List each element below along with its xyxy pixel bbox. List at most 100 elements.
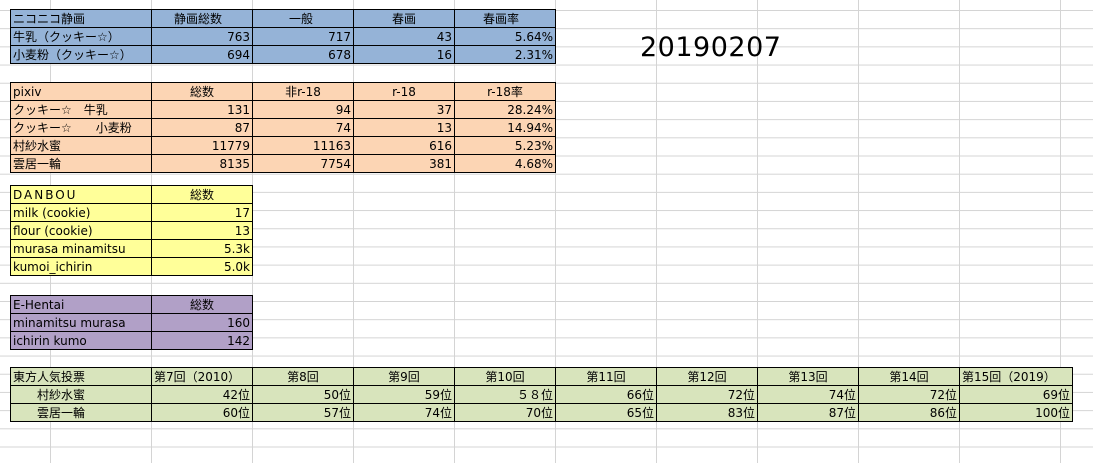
table-cell[interactable]: 5.23% <box>454 136 556 155</box>
table-cell[interactable]: 雲居一輪 <box>10 403 152 422</box>
table-cell[interactable]: 4.68% <box>454 154 556 173</box>
table-cell[interactable]: 2.31% <box>454 45 556 64</box>
table-cell[interactable]: クッキー☆ 小麦粉 <box>10 118 152 137</box>
table-cell[interactable]: ichirin kumo <box>10 331 152 350</box>
table-cell[interactable]: 87 <box>151 118 253 137</box>
table-cell[interactable]: flour (cookie) <box>10 221 152 240</box>
table-cell[interactable]: 83位 <box>656 403 758 422</box>
header-cell[interactable]: 第14回 <box>858 367 960 386</box>
table-cell[interactable]: 87位 <box>757 403 859 422</box>
header-cell[interactable]: 第7回（2010） <box>151 367 253 386</box>
table-cell[interactable]: 43 <box>353 27 455 46</box>
ehentai-table: E-Hentai 総数 minamitsu murasa 160 ichirin… <box>10 295 253 350</box>
table-cell[interactable]: 74位 <box>757 385 859 404</box>
table-cell[interactable]: 66位 <box>555 385 657 404</box>
table-cell[interactable]: 616 <box>353 136 455 155</box>
header-cell[interactable]: 第12回 <box>656 367 758 386</box>
header-cell[interactable]: 総数 <box>151 295 253 314</box>
header-cell[interactable]: 第8回 <box>252 367 354 386</box>
table-cell[interactable]: 8135 <box>151 154 253 173</box>
table-cell[interactable]: 42位 <box>151 385 253 404</box>
table-cell[interactable]: クッキー☆ 牛乳 <box>10 100 152 119</box>
header-cell[interactable]: pixiv <box>10 82 152 101</box>
table-cell[interactable]: 13 <box>353 118 455 137</box>
table-row: 雲居一輪 8135 7754 381 4.68% <box>10 154 556 173</box>
table-cell[interactable]: 142 <box>151 331 253 350</box>
header-cell[interactable]: 春画率 <box>454 9 556 28</box>
table-cell[interactable]: 5.3k <box>151 239 253 258</box>
header-cell[interactable]: E-Hentai <box>10 295 152 314</box>
header-cell[interactable]: 第9回 <box>353 367 455 386</box>
table-cell[interactable]: 村紗水蜜 <box>10 385 152 404</box>
table-header-row: 東方人気投票 第7回（2010） 第8回 第9回 第10回 第11回 第12回 … <box>10 367 1073 386</box>
table-row: milk (cookie) 17 <box>10 203 253 222</box>
table-cell[interactable]: 131 <box>151 100 253 119</box>
table-cell[interactable]: 牛乳（クッキー☆） <box>10 27 152 46</box>
header-cell[interactable]: 第13回 <box>757 367 859 386</box>
header-cell[interactable]: 非r-18 <box>252 82 354 101</box>
table-cell[interactable]: 74位 <box>353 403 455 422</box>
table-cell[interactable]: minamitsu murasa <box>10 313 152 332</box>
header-cell[interactable]: 春画 <box>353 9 455 28</box>
table-cell[interactable]: 57位 <box>252 403 354 422</box>
table-cell[interactable]: 60位 <box>151 403 253 422</box>
table-cell[interactable]: 16 <box>353 45 455 64</box>
header-cell[interactable]: r-18率 <box>454 82 556 101</box>
table-cell[interactable]: 28.24% <box>454 100 556 119</box>
table-cell[interactable]: 5.64% <box>454 27 556 46</box>
table-cell[interactable]: kumoi_ichirin <box>10 257 152 276</box>
table-cell[interactable]: 13 <box>151 221 253 240</box>
header-cell[interactable]: r-18 <box>353 82 455 101</box>
header-cell[interactable]: ニコニコ静画 <box>10 9 152 28</box>
table-row: 牛乳（クッキー☆） 763 717 43 5.64% <box>10 27 556 46</box>
header-cell[interactable]: 静画総数 <box>151 9 253 28</box>
table-cell[interactable]: 70位 <box>454 403 556 422</box>
table-cell[interactable]: 11779 <box>151 136 253 155</box>
header-cell[interactable]: 一般 <box>252 9 354 28</box>
table-cell[interactable]: 7754 <box>252 154 354 173</box>
table-cell[interactable]: 381 <box>353 154 455 173</box>
table-cell[interactable]: 72位 <box>656 385 758 404</box>
table-cell[interactable]: 694 <box>151 45 253 64</box>
header-cell[interactable]: 総数 <box>151 185 253 204</box>
table-cell[interactable]: ５８位 <box>454 385 556 404</box>
table-cell[interactable]: 94 <box>252 100 354 119</box>
header-cell[interactable]: 第15回（2019） <box>959 367 1073 386</box>
danbooru-table: DANBOU 総数 milk (cookie) 17 flour (cookie… <box>10 185 253 276</box>
table-cell[interactable]: milk (cookie) <box>10 203 152 222</box>
table-row: kumoi_ichirin 5.0k <box>10 257 253 276</box>
table-cell[interactable]: 74 <box>252 118 354 137</box>
table-cell[interactable]: 村紗水蜜 <box>10 136 152 155</box>
table-cell[interactable]: 37 <box>353 100 455 119</box>
header-cell[interactable]: 東方人気投票 <box>10 367 152 386</box>
header-cell[interactable]: DANBOU <box>10 185 152 204</box>
header-cell[interactable]: 第11回 <box>555 367 657 386</box>
table-cell[interactable]: 160 <box>151 313 253 332</box>
table-cell[interactable]: 17 <box>151 203 253 222</box>
table-cell[interactable]: 65位 <box>555 403 657 422</box>
table-row: ichirin kumo 142 <box>10 331 253 350</box>
table-cell[interactable]: 59位 <box>353 385 455 404</box>
table-row: murasa minamitsu 5.3k <box>10 239 253 258</box>
table-cell[interactable]: 69位 <box>959 385 1073 404</box>
table-cell[interactable]: 72位 <box>858 385 960 404</box>
table-cell[interactable]: 雲居一輪 <box>10 154 152 173</box>
table-cell[interactable]: murasa minamitsu <box>10 239 152 258</box>
table-row: minamitsu murasa 160 <box>10 313 253 332</box>
table-cell[interactable]: 717 <box>252 27 354 46</box>
table-cell[interactable]: 14.94% <box>454 118 556 137</box>
table-cell[interactable]: 678 <box>252 45 354 64</box>
table-cell[interactable]: 11163 <box>252 136 354 155</box>
date-label: 20190207 <box>640 32 782 63</box>
table-cell[interactable]: 100位 <box>959 403 1073 422</box>
table-row: クッキー☆ 小麦粉 87 74 13 14.94% <box>10 118 556 137</box>
table-cell[interactable]: 5.0k <box>151 257 253 276</box>
table-row: 村紗水蜜 11779 11163 616 5.23% <box>10 136 556 155</box>
header-cell[interactable]: 総数 <box>151 82 253 101</box>
header-cell[interactable]: 第10回 <box>454 367 556 386</box>
pixiv-table: pixiv 総数 非r-18 r-18 r-18率 クッキー☆ 牛乳 131 9… <box>10 82 556 173</box>
table-cell[interactable]: 小麦粉（クッキー☆） <box>10 45 152 64</box>
table-cell[interactable]: 86位 <box>858 403 960 422</box>
table-cell[interactable]: 50位 <box>252 385 354 404</box>
table-cell[interactable]: 763 <box>151 27 253 46</box>
